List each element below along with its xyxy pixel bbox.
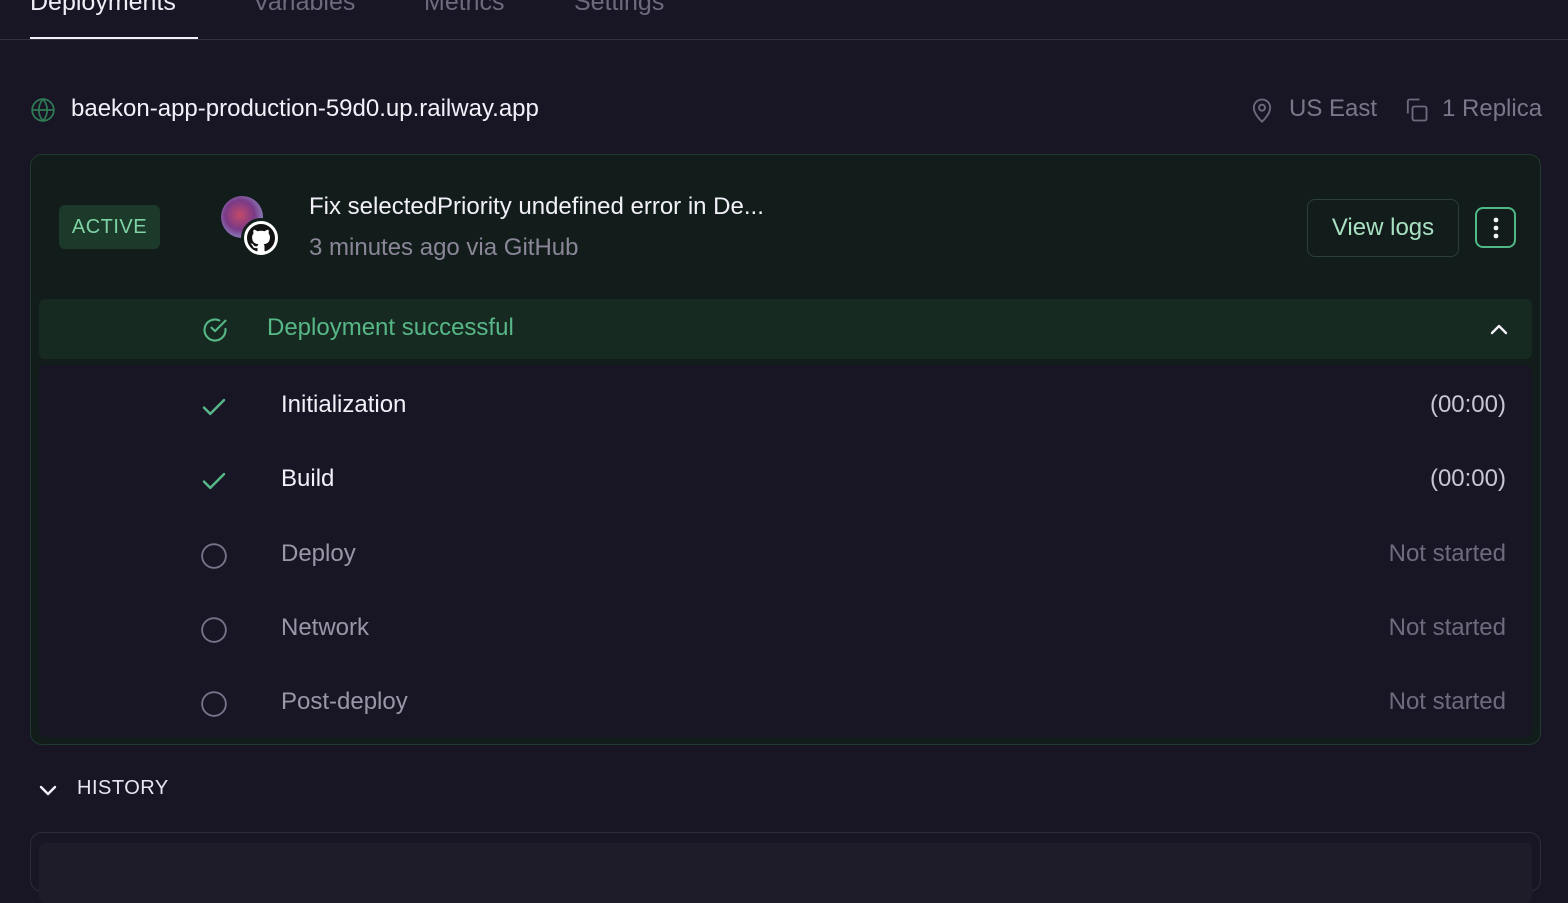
step-post-deploy: Post-deploy Not started [39, 666, 1532, 740]
chevron-down-icon [39, 785, 57, 796]
step-label: Post-deploy [281, 688, 408, 715]
service-info-row: baekon-app-production-59d0.up.railway.ap… [30, 92, 1543, 132]
history-item[interactable] [39, 843, 1532, 903]
active-deployment-card: ACTIVE Fix selectedPriority undefined er… [30, 154, 1541, 745]
step-status: Not started [1388, 688, 1506, 715]
commit-message[interactable]: Fix selectedPriority undefined error in … [309, 193, 764, 221]
copy-icon [1406, 98, 1428, 122]
deployment-result-label: Deployment successful [267, 314, 514, 341]
tab-settings[interactable]: Settings [574, 0, 664, 17]
commit-meta: 3 minutes ago via GitHub [309, 234, 579, 261]
check-icon [202, 398, 226, 416]
step-network: Network Not started [39, 592, 1532, 666]
deployment-steps: Initialization (00:00) Build (00:00) Dep… [39, 365, 1532, 737]
step-duration: (00:00) [1429, 391, 1506, 418]
view-logs-button[interactable]: View logs [1307, 199, 1459, 257]
step-duration: (00:00) [1429, 465, 1506, 492]
circle-icon [201, 543, 227, 569]
step-deploy: Deploy Not started [39, 518, 1532, 592]
status-badge: ACTIVE [59, 205, 160, 249]
tab-metrics[interactable]: Metrics [424, 0, 505, 17]
region-label: US East [1289, 95, 1378, 122]
step-label: Build [281, 465, 335, 492]
circle-icon [201, 617, 227, 643]
more-options-button[interactable] [1475, 207, 1516, 248]
service-url-link[interactable]: baekon-app-production-59d0.up.railway.ap… [71, 95, 539, 123]
check-icon [202, 472, 226, 490]
check-circle-icon [203, 318, 227, 342]
history-card [30, 832, 1541, 903]
active-tab-indicator [30, 37, 198, 39]
step-build: Build (00:00) [39, 443, 1532, 517]
replica-count: 1 Replica [1442, 95, 1543, 122]
deployment-header: ACTIVE Fix selectedPriority undefined er… [31, 155, 1540, 295]
github-icon [241, 218, 281, 258]
step-status: Not started [1388, 614, 1506, 641]
circle-icon [201, 691, 227, 717]
chevron-up-icon[interactable] [1487, 318, 1511, 342]
map-pin-icon [1252, 98, 1272, 123]
tab-variables[interactable]: Variables [253, 0, 355, 17]
tab-deployments[interactable]: Deployments [30, 0, 176, 17]
more-vertical-icon [1493, 217, 1498, 238]
globe-icon [31, 97, 55, 123]
step-label: Deploy [281, 540, 356, 567]
step-initialization: Initialization (00:00) [39, 369, 1532, 443]
step-label: Network [281, 614, 370, 641]
history-toggle[interactable]: HISTORY [30, 770, 330, 810]
deployment-result-bar[interactable]: Deployment successful [39, 299, 1532, 359]
step-label: Initialization [281, 391, 407, 418]
step-status: Not started [1388, 540, 1506, 567]
history-label: HISTORY [77, 777, 169, 799]
tab-bar: Deployments Variables Metrics Settings [0, 0, 1568, 40]
